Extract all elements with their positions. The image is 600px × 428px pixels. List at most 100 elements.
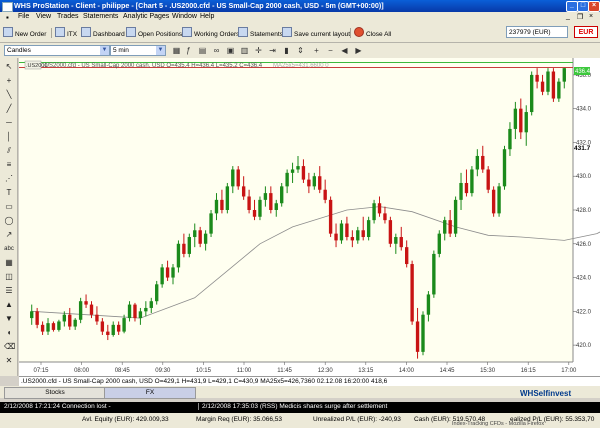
candle-body [323,189,327,200]
dashboard-button[interactable]: Dashboard [81,27,125,39]
candle-body [345,223,349,238]
toolbar-separator [350,28,351,38]
channel-icon[interactable]: ⫽ [4,146,14,156]
candle-body [231,169,235,187]
candle-body [100,321,105,332]
price-chart[interactable]: 420.0422.0424.0426.0428.0430.0432.0434.0… [19,58,600,376]
candle-body [193,230,197,238]
tab-stocks[interactable]: Stocks [4,387,106,399]
chart-properties-icon[interactable]: ▦ [172,46,181,55]
menu-trades[interactable]: Trades [57,13,79,20]
trendline-icon[interactable]: ╲ [4,90,14,100]
taskbar-firefox[interactable]: Index-Tracking CFDs - Mozilla Firefox [452,421,544,427]
grid-icon[interactable]: ▥ [240,46,249,55]
interval-select[interactable]: 5 min ▼ [110,45,166,56]
candle-body [269,193,273,210]
fan-icon[interactable]: ⋰ [4,174,14,184]
news-item[interactable]: 2/12/2008 17:35:03 (RSS) Medicis shares … [198,403,387,410]
autoscroll-icon[interactable]: ⇥ [268,46,277,55]
save-layout-button[interactable]: Save current layout [282,27,350,39]
up-arrow-icon[interactable]: ▲ [4,300,14,310]
horizontal-line-icon[interactable]: ─ [4,118,14,128]
candle-body [524,112,528,133]
new-order-button[interactable]: New Order [3,27,46,39]
crosshair-icon[interactable]: ✛ [254,46,263,55]
text-tool-icon[interactable]: T [4,188,14,198]
bar-chart-icon[interactable]: ▮ [282,46,291,55]
cursor-price-badge: 431.7 [574,145,591,152]
ray-icon[interactable]: ╱ [4,104,14,114]
template-icon[interactable]: ▣ [226,46,235,55]
open-positions-label: Open Positions [138,31,183,38]
candle-body [95,314,99,322]
news-item[interactable]: 2/12/2008 17:21:24 Connection lost - [4,403,111,410]
menu-file[interactable]: File [18,13,29,20]
zoom-out-icon[interactable]: − [326,46,335,55]
ellipse-icon[interactable]: ◯ [4,216,14,226]
magnet-icon[interactable]: ◖ [4,328,14,338]
candle-body [502,149,507,187]
indicators-icon[interactable]: ƒ [184,46,193,55]
measure-icon[interactable]: ◫ [4,272,14,282]
zoom-in-icon[interactable]: + [312,46,321,55]
child-minimize-icon[interactable]: _ [566,13,570,20]
levels-icon[interactable]: ☰ [4,286,14,296]
vertical-line-icon[interactable]: │ [4,132,14,142]
candle-body [241,186,246,197]
chart-window[interactable]: 420.0 422.0 424.0 426.0 428.0 430.0 432.0 434.0… [19,58,600,376]
menu-view[interactable]: View [36,13,51,20]
child-close-icon[interactable]: × [589,13,593,20]
chart-ohlc-info: .US2000.cfd - US Small-Cap 2000 cash, US… [43,63,263,69]
time-tick-label: 07:15 [33,368,49,374]
working-orders-button[interactable]: Working Orders [182,27,239,39]
crosshair-tool-icon[interactable]: + [4,76,14,86]
candle-body [285,172,289,187]
pointer-icon[interactable]: ↖ [4,62,14,72]
dashboard-icon [81,27,91,37]
menu-window[interactable]: Window [172,13,197,20]
delete-drawings-icon[interactable]: ✕ [4,356,14,366]
cursor-icon[interactable]: ◀ [340,46,349,55]
eraser-icon[interactable]: ⌫ [4,342,15,352]
scale-icon[interactable]: ⇕ [296,46,305,55]
abc-label-icon[interactable]: abc [4,244,14,254]
candle-body [149,301,153,308]
candle-body [410,264,414,322]
time-tick-label: 11:45 [277,368,292,374]
menu-help[interactable]: Help [200,13,214,20]
down-arrow-icon[interactable]: ▼ [4,314,14,324]
app-menu-icon[interactable]: ▪ [6,13,9,22]
calculator-icon[interactable]: ▦ [4,258,14,268]
candle-body [252,210,257,217]
open-positions-button[interactable]: Open Positions [126,27,182,39]
candle-body [214,199,219,214]
fibonacci-icon[interactable]: ≡ [4,160,14,170]
rectangle-icon[interactable]: ▭ [4,202,14,212]
menu-analytic-pages[interactable]: Analytic Pages [123,13,169,20]
scroll-end-icon[interactable]: ▶ [354,46,363,55]
child-restore-icon[interactable]: ❐ [577,13,583,21]
candle-body [453,199,458,234]
candle-body [312,176,316,187]
close-button[interactable]: × [588,1,600,12]
statements-button[interactable]: Statements [238,27,283,39]
time-tick-label: 10:15 [196,368,212,374]
print-icon[interactable]: ▤ [198,46,207,55]
link-icon[interactable]: ∞ [212,46,221,55]
chart-type-select[interactable]: Candles ▼ [4,45,110,56]
close-all-icon [354,27,364,37]
price-tick-label: 428.0 [576,208,592,214]
arrow-icon[interactable]: ↗ [4,230,14,240]
currency-button[interactable]: EUR [574,26,598,38]
candle-body [421,314,425,352]
candle-body [383,213,387,221]
candle-body [481,155,485,170]
itx-button[interactable]: ITX [55,27,77,39]
account-select[interactable]: 237979 (EUR) [506,26,568,38]
candle-body [127,304,132,319]
candle-body [220,199,224,210]
candle-body [280,186,284,204]
tab-fx[interactable]: FX [104,387,196,399]
menu-statements[interactable]: Statements [83,13,118,20]
close-all-button[interactable]: Close All [354,27,391,39]
